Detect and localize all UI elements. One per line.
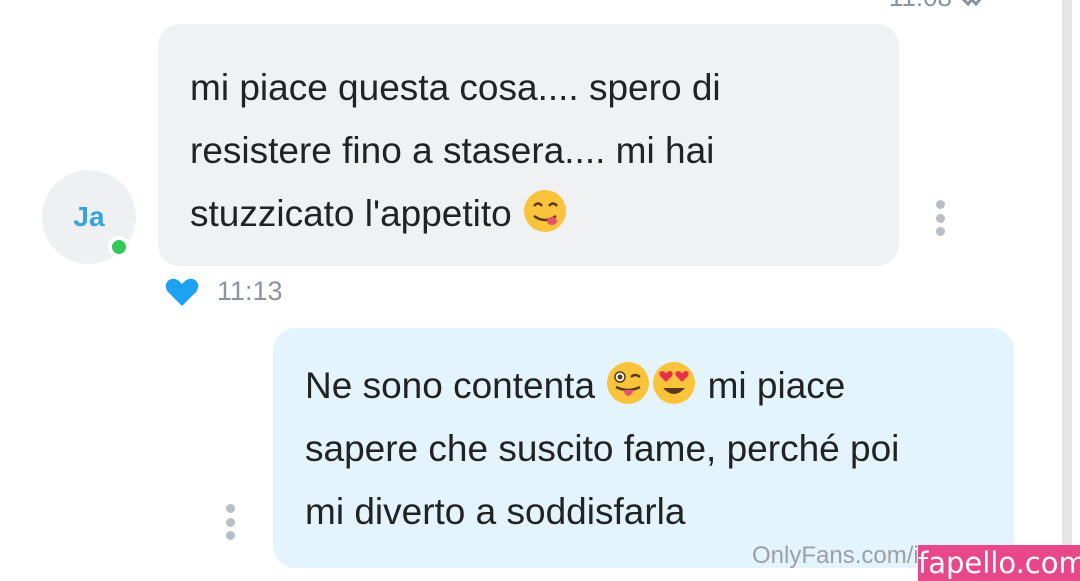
message-text: stuzzicato l'appetito [190, 193, 512, 234]
outgoing-message-bubble[interactable]: Ne sono contenta mi piace sapere che sus… [273, 328, 1014, 568]
message-text: Ne sono contenta [305, 365, 596, 406]
message-options-icon[interactable] [224, 504, 236, 540]
avatar-initials: Ja [73, 201, 105, 232]
watermark-text: OnlyFans.com/i [752, 542, 918, 569]
message-line: sapere che suscito fame, perché poi [305, 428, 900, 469]
message-time: 11:13 [217, 276, 283, 306]
heart-icon[interactable] [165, 277, 199, 307]
previous-message-meta: 11:08 [889, 0, 988, 13]
online-status-dot [108, 236, 130, 258]
message-line: mi diverto a soddisfarla [305, 491, 686, 532]
message-options-icon[interactable] [934, 200, 946, 236]
heart-eyes-face-icon [653, 362, 696, 404]
chat-view: 11:08 Ja mi piace questa cosa.... spero … [0, 0, 1080, 581]
incoming-message-bubble[interactable]: mi piace questa cosa.... spero di resist… [158, 24, 899, 266]
winking-tongue-face-icon [607, 362, 650, 404]
message-line: stuzzicato l'appetito [190, 182, 867, 245]
incoming-message-meta: 11:13 [165, 276, 283, 307]
message-text: mi piace [707, 365, 846, 406]
yum-face-icon [524, 190, 567, 232]
brand-watermark: fapello.com [918, 545, 1080, 581]
message-line: mi piace questa cosa.... spero di [190, 67, 721, 108]
previous-message-time: 11:08 [889, 0, 952, 13]
message-line: Ne sono contenta mi piace [305, 354, 984, 417]
double-check-icon [962, 0, 981, 6]
scrollbar[interactable] [1062, 0, 1072, 581]
message-line: resistere fino a stasera.... mi hai [190, 130, 715, 171]
